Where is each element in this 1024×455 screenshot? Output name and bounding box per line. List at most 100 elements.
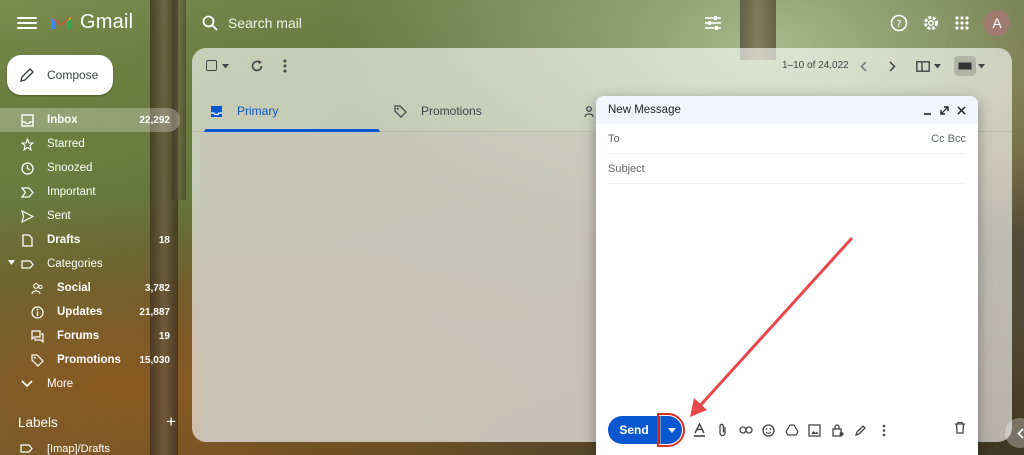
tag-icon xyxy=(30,353,44,367)
select-dropdown-icon[interactable] xyxy=(222,64,229,69)
send-options-button[interactable] xyxy=(657,413,685,447)
next-page-icon[interactable] xyxy=(889,61,896,72)
label-icon xyxy=(20,257,34,271)
tab-promotions[interactable]: Promotions xyxy=(382,90,572,132)
confidential-mode-icon[interactable] xyxy=(830,423,845,438)
gmail-logo[interactable]: Gmail xyxy=(50,11,133,34)
gmail-logo-icon xyxy=(51,17,71,29)
account-avatar[interactable]: A xyxy=(984,10,1010,36)
sidebar-item-social[interactable]: Social 3,782 xyxy=(0,276,180,300)
draft-icon xyxy=(20,233,34,247)
search-icon[interactable] xyxy=(202,15,218,31)
minimize-icon[interactable] xyxy=(923,106,932,115)
to-field[interactable]: To Cc Bcc xyxy=(608,124,966,154)
labels-title: Labels xyxy=(18,415,58,430)
top-bar: Gmail ? xyxy=(0,0,1024,46)
sidebar-item-promotions[interactable]: Promotions 15,030 xyxy=(0,348,180,372)
sidebar-item-label: Promotions xyxy=(57,354,121,366)
unread-count: 22,292 xyxy=(139,114,170,126)
sidebar-item-snoozed[interactable]: Snoozed xyxy=(0,156,180,180)
settings-gear-icon[interactable] xyxy=(922,14,940,32)
input-tools-dropdown-icon[interactable] xyxy=(978,64,985,69)
info-icon xyxy=(30,305,44,319)
search-input[interactable] xyxy=(228,15,688,31)
label-item-name: [Imap]/Drafts xyxy=(47,442,110,455)
main-menu-button[interactable] xyxy=(17,14,37,32)
close-icon[interactable] xyxy=(957,105,966,115)
unread-count: 21,887 xyxy=(139,306,170,318)
select-all-checkbox[interactable] xyxy=(206,60,217,71)
sidebar-item-label: Categories xyxy=(47,258,103,270)
sidebar-item-drafts[interactable]: Drafts 18 xyxy=(0,228,180,252)
compose-window: New Message To Cc Bcc Subject Send xyxy=(596,96,978,455)
sidebar-item-forums[interactable]: Forums 19 xyxy=(0,324,180,348)
search-options-icon[interactable] xyxy=(704,15,722,31)
message-body[interactable] xyxy=(608,186,966,406)
sidebar-item-label: Sent xyxy=(47,210,71,222)
clock-icon xyxy=(20,161,34,175)
compose-footer: Send xyxy=(608,413,966,447)
google-drive-icon[interactable] xyxy=(784,423,799,438)
unread-count: 18 xyxy=(158,234,170,246)
more-vert-icon[interactable] xyxy=(283,59,287,73)
star-icon xyxy=(20,137,34,151)
sidebar-item-inbox[interactable]: Inbox 22,292 xyxy=(0,108,180,132)
insert-photo-icon[interactable] xyxy=(807,423,822,438)
refresh-icon[interactable] xyxy=(250,59,264,73)
sidebar-item-categories[interactable]: Categories xyxy=(0,252,180,276)
split-pane-dropdown-icon[interactable] xyxy=(934,64,941,69)
app-name: Gmail xyxy=(80,11,134,33)
side-panel-toggle[interactable] xyxy=(1005,418,1024,448)
fullscreen-icon[interactable] xyxy=(940,105,949,115)
keyboard-icon xyxy=(958,62,972,70)
top-right-actions: ? A xyxy=(890,10,1010,36)
sidebar-item-more[interactable]: More xyxy=(0,372,180,396)
subject-field[interactable]: Subject xyxy=(608,154,966,184)
emoji-icon[interactable] xyxy=(761,423,776,438)
label-item[interactable]: [Imap]/Drafts xyxy=(20,442,110,455)
tab-primary[interactable]: Primary xyxy=(198,90,380,132)
svg-text:?: ? xyxy=(896,19,901,30)
send-button[interactable]: Send xyxy=(608,416,660,444)
sidebar-item-updates[interactable]: Updates 21,887 xyxy=(0,300,180,324)
unread-count: 3,782 xyxy=(144,282,170,294)
sidebar-item-label: Snoozed xyxy=(47,162,93,174)
more-options-icon[interactable] xyxy=(876,423,891,438)
to-label: To xyxy=(608,132,620,145)
attach-file-icon[interactable] xyxy=(715,423,730,438)
pencil-icon xyxy=(20,68,34,82)
chevron-down-icon xyxy=(20,377,34,391)
cc-bcc-link[interactable]: Cc Bcc xyxy=(931,133,966,145)
input-tools-button[interactable] xyxy=(954,56,976,76)
discard-draft-icon[interactable] xyxy=(954,421,966,439)
pagination-text: 1–10 of 24,022 xyxy=(782,60,849,71)
sidebar-item-sent[interactable]: Sent xyxy=(0,204,180,228)
signature-pen-icon[interactable] xyxy=(853,423,868,438)
tag-icon xyxy=(394,104,407,118)
text-format-icon[interactable] xyxy=(692,423,707,438)
unread-count: 19 xyxy=(158,330,170,342)
compose-window-header[interactable]: New Message xyxy=(596,96,978,124)
insert-link-icon[interactable] xyxy=(738,423,753,438)
tab-label: Promotions xyxy=(421,104,482,118)
compose-button[interactable]: Compose xyxy=(7,55,113,95)
empty-message-list xyxy=(200,133,596,442)
search-bar[interactable] xyxy=(192,6,732,40)
help-icon[interactable]: ? xyxy=(890,14,908,32)
labels-header: Labels + xyxy=(18,413,176,430)
previous-page-icon[interactable] xyxy=(860,61,867,72)
sidebar-item-label: Forums xyxy=(57,330,100,342)
sidebar-item-label: Updates xyxy=(57,306,103,318)
sidebar-nav: Inbox 22,292 Starred Snoozed Important S… xyxy=(0,108,180,396)
sidebar-item-label: More xyxy=(47,378,74,390)
sidebar-item-starred[interactable]: Starred xyxy=(0,132,180,156)
caret-down-icon[interactable] xyxy=(8,260,15,266)
subject-placeholder: Subject xyxy=(608,162,645,175)
apps-grid-icon[interactable] xyxy=(954,15,970,31)
forum-icon xyxy=(30,329,44,343)
split-pane-icon[interactable] xyxy=(916,61,930,72)
sidebar-item-important[interactable]: Important xyxy=(0,180,180,204)
add-label-icon[interactable]: + xyxy=(166,413,176,430)
sidebar-item-label: Starred xyxy=(47,138,85,150)
sidebar-item-label: Drafts xyxy=(47,234,81,246)
